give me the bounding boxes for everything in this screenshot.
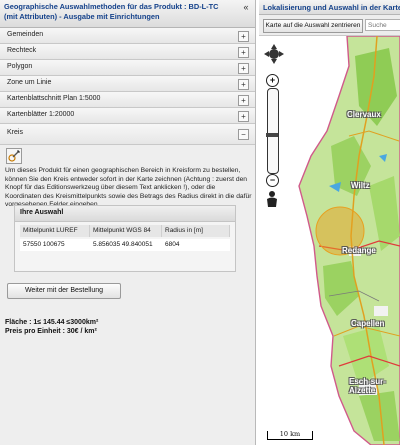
cell-wgs84[interactable]: 5.856035 49.840051 [90, 239, 162, 251]
map-canvas[interactable]: + − Clervaux Wiltz Redange Capellen Esch… [259, 36, 400, 445]
accordion-label: Kreis [7, 129, 23, 136]
draw-circle-tool-button[interactable] [6, 148, 22, 164]
town-label-redange: Redange [342, 246, 376, 255]
accordion-label: Rechteck [7, 47, 37, 54]
kreis-panel: Um dieses Produkt für einen geographisch… [0, 145, 255, 445]
accordion-rechteck[interactable]: Rechteck + [0, 44, 255, 60]
accordion-label: Zone um Linie [7, 79, 52, 86]
town-label-esch: Esch-sur-Alzette [349, 377, 386, 395]
pan-control-icon[interactable] [264, 44, 284, 64]
cell-radius[interactable]: 6804 [162, 239, 230, 251]
expand-icon[interactable]: + [238, 63, 249, 74]
town-label-capellen: Capellen [351, 319, 385, 328]
column-header-radius[interactable]: Radius in [m] [162, 225, 230, 237]
left-panel-header: Geographische Auswahlmethoden für das Pr… [0, 0, 255, 28]
zoom-out-button[interactable]: − [266, 174, 279, 187]
zoom-slider-handle[interactable] [266, 133, 278, 137]
draw-circle-icon [8, 150, 20, 162]
selection-methods-panel: Geographische Auswahlmethoden für das Pr… [0, 0, 256, 445]
map-panel: Lokalisierung und Auswahl in der Karte K… [259, 0, 400, 445]
map-toolbar: Karte auf die Auswahl zentrieren [259, 15, 400, 36]
auswahl-header: Ihre Auswahl [15, 206, 235, 222]
expand-icon[interactable]: + [238, 47, 249, 58]
search-input[interactable] [365, 19, 400, 31]
area-text: Fläche : 1≤ 145.44 ≤3000km² [5, 319, 99, 326]
accordion-gemeinden[interactable]: Gemeinden + [0, 28, 255, 44]
weiter-button[interactable]: Weiter mit der Bestellung [7, 283, 121, 299]
expand-icon[interactable]: + [238, 31, 249, 42]
accordion-zone-um-linie[interactable]: Zone um Linie + [0, 76, 255, 92]
map-panel-header: Lokalisierung und Auswahl in der Karte [259, 0, 400, 15]
accordion-kartenblaetter[interactable]: Kartenblätter 1:20000 + [0, 108, 255, 124]
town-label-wiltz: Wiltz [351, 181, 370, 190]
collapse-left-panel-button[interactable]: « [241, 2, 251, 12]
auswahl-box: Ihre Auswahl Mittelpunkt LUREF Mittelpun… [14, 205, 236, 272]
expand-icon[interactable]: + [238, 111, 249, 122]
center-map-button[interactable]: Karte auf die Auswahl zentrieren [263, 19, 363, 33]
accordion-label: Polygon [7, 63, 33, 70]
price-text: Preis pro Einheit : 30€ / km² [5, 328, 97, 335]
accordion-label: Kartenblätter 1:20000 [7, 111, 75, 118]
cell-luref[interactable]: 57550 100675 [20, 239, 90, 251]
zoom-slider[interactable] [266, 88, 279, 174]
column-header-luref[interactable]: Mittelpunkt LUREF [20, 225, 90, 237]
accordion-label: Gemeinden [7, 31, 44, 38]
zoom-in-button[interactable]: + [266, 74, 279, 87]
accordion-polygon[interactable]: Polygon + [0, 60, 255, 76]
left-panel-title: Geographische Auswahlmethoden für das Pr… [4, 2, 219, 21]
town-label-clervaux: Clervaux [347, 110, 381, 119]
column-header-wgs84[interactable]: Mittelpunkt WGS 84 [90, 225, 162, 237]
map-panel-title: Lokalisierung und Auswahl in der Karte [263, 3, 400, 12]
accordion-label: Kartenblattschnitt Plan 1:5000 [7, 95, 101, 102]
person-icon[interactable] [265, 190, 279, 208]
expand-icon[interactable]: + [238, 95, 249, 106]
collapse-icon[interactable]: − [238, 129, 249, 140]
kreis-description: Um dieses Produkt für einen geographisch… [5, 167, 252, 208]
accordion-kartenblattschnitt[interactable]: Kartenblattschnitt Plan 1:5000 + [0, 92, 255, 108]
accordion-kreis[interactable]: Kreis − [0, 124, 255, 145]
scale-bar: 10 km [267, 431, 313, 440]
expand-icon[interactable]: + [238, 79, 249, 90]
auswahl-title: Ihre Auswahl [20, 209, 64, 216]
